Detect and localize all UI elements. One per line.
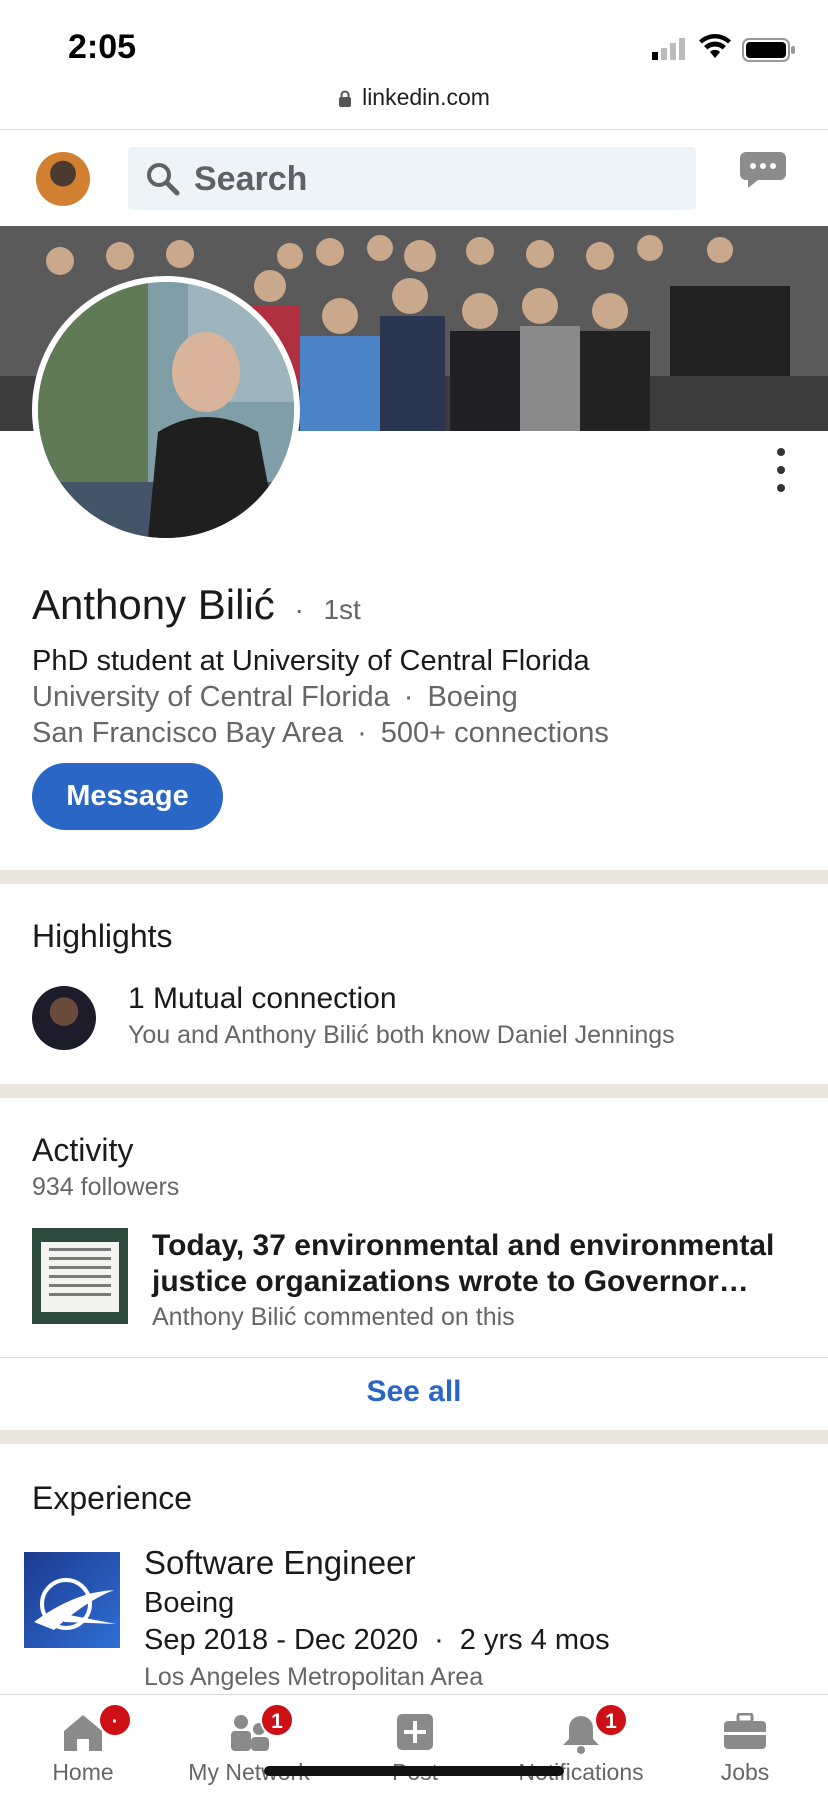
profile-company: Boeing — [427, 681, 518, 713]
wifi-icon — [699, 34, 731, 58]
url-bar[interactable]: linkedin.com — [0, 84, 828, 111]
connection-degree: 1st — [323, 594, 361, 625]
search-icon — [147, 163, 180, 196]
messaging-icon[interactable] — [740, 152, 786, 188]
post-plus-icon — [397, 1714, 433, 1750]
boeing-logo[interactable] — [24, 1552, 120, 1648]
activity-post-title[interactable]: Today, 37 environmental and environmenta… — [152, 1228, 792, 1300]
section-separator — [0, 1430, 828, 1444]
followers-count: 934 followers — [32, 1173, 180, 1201]
profile-info: Anthony Bilić · 1st PhD student at Unive… — [32, 578, 792, 751]
message-button[interactable]: Message — [32, 763, 223, 830]
search-input[interactable] — [192, 155, 672, 203]
profile-education: University of Central Florida — [32, 681, 390, 713]
activity-post-subtitle: Anthony Bilić commented on this — [152, 1303, 515, 1331]
tab-home[interactable]: · Home — [0, 1695, 166, 1793]
my-avatar[interactable] — [36, 152, 90, 206]
experience-dates-line: Sep 2018 - Dec 2020 · 2 yrs 4 mos — [144, 1624, 610, 1657]
company-logo-icon — [34, 1578, 116, 1630]
highlights-title: Highlights — [32, 918, 173, 954]
profile-name-row: Anthony Bilić · 1st — [32, 578, 792, 637]
profile-location: San Francisco Bay Area — [32, 717, 344, 749]
section-separator — [0, 1084, 828, 1098]
activity-title: Activity — [32, 1132, 134, 1168]
lock-icon — [339, 90, 352, 107]
profile-photo[interactable] — [32, 276, 300, 544]
url-text: linkedin.com — [362, 84, 490, 110]
top-nav — [0, 130, 828, 226]
profile-headline: PhD student at University of Central Flo… — [32, 645, 590, 677]
mutual-connection-avatar[interactable] — [32, 986, 96, 1050]
experience-location: Los Angeles Metropolitan Area — [144, 1663, 484, 1691]
bottom-tab-bar: · Home 1 My Network Post 1 Notifications… — [0, 1694, 828, 1792]
search-bar[interactable] — [128, 147, 696, 210]
separator-dot: · — [403, 681, 414, 713]
tab-post[interactable]: Post — [332, 1695, 498, 1793]
activity-post-thumbnail[interactable] — [32, 1228, 128, 1324]
experience-dates: Sep 2018 - Dec 2020 — [144, 1624, 419, 1656]
battery-icon — [742, 38, 795, 62]
degree-separator: · — [294, 594, 304, 625]
home-indicator — [264, 1766, 564, 1776]
home-badge: · — [98, 1703, 132, 1737]
briefcase-icon — [724, 1713, 766, 1749]
tab-jobs[interactable]: Jobs — [662, 1695, 828, 1793]
profile-org-line: University of Central Florida · Boeing — [32, 679, 792, 715]
experience-role: Software Engineer — [144, 1544, 416, 1581]
profile-connections[interactable]: 500+ connections — [381, 717, 609, 749]
experience-title: Experience — [32, 1480, 193, 1516]
experience-duration: 2 yrs 4 mos — [459, 1624, 610, 1656]
status-time: 2:05 — [68, 28, 137, 66]
section-separator — [0, 870, 828, 884]
separator-dot: · — [434, 1624, 444, 1656]
cellular-signal-icon — [652, 38, 685, 60]
tab-label: Jobs — [720, 1759, 770, 1785]
separator-dot: · — [357, 717, 367, 749]
profile-photo-image — [38, 282, 294, 538]
mutual-connection-subtitle: You and Anthony Bilić both know Daniel J… — [128, 1021, 675, 1049]
see-all-activity-button[interactable]: See all — [0, 1356, 828, 1428]
notifications-badge: 1 — [594, 1703, 628, 1737]
profile-location-line: San Francisco Bay Area · 500+ connections — [32, 715, 792, 751]
tab-my-network[interactable]: 1 My Network — [166, 1695, 332, 1793]
tab-notifications[interactable]: 1 Notifications — [498, 1695, 664, 1793]
experience-company: Boeing — [144, 1587, 235, 1619]
more-options-icon[interactable] — [776, 448, 786, 492]
profile-name: Anthony Bilić — [32, 581, 275, 628]
mutual-connection-title[interactable]: 1 Mutual connection — [128, 982, 397, 1016]
tab-label: Home — [52, 1759, 114, 1785]
status-bar: 2:05 linkedin.com — [0, 0, 828, 130]
network-badge: 1 — [260, 1703, 294, 1737]
